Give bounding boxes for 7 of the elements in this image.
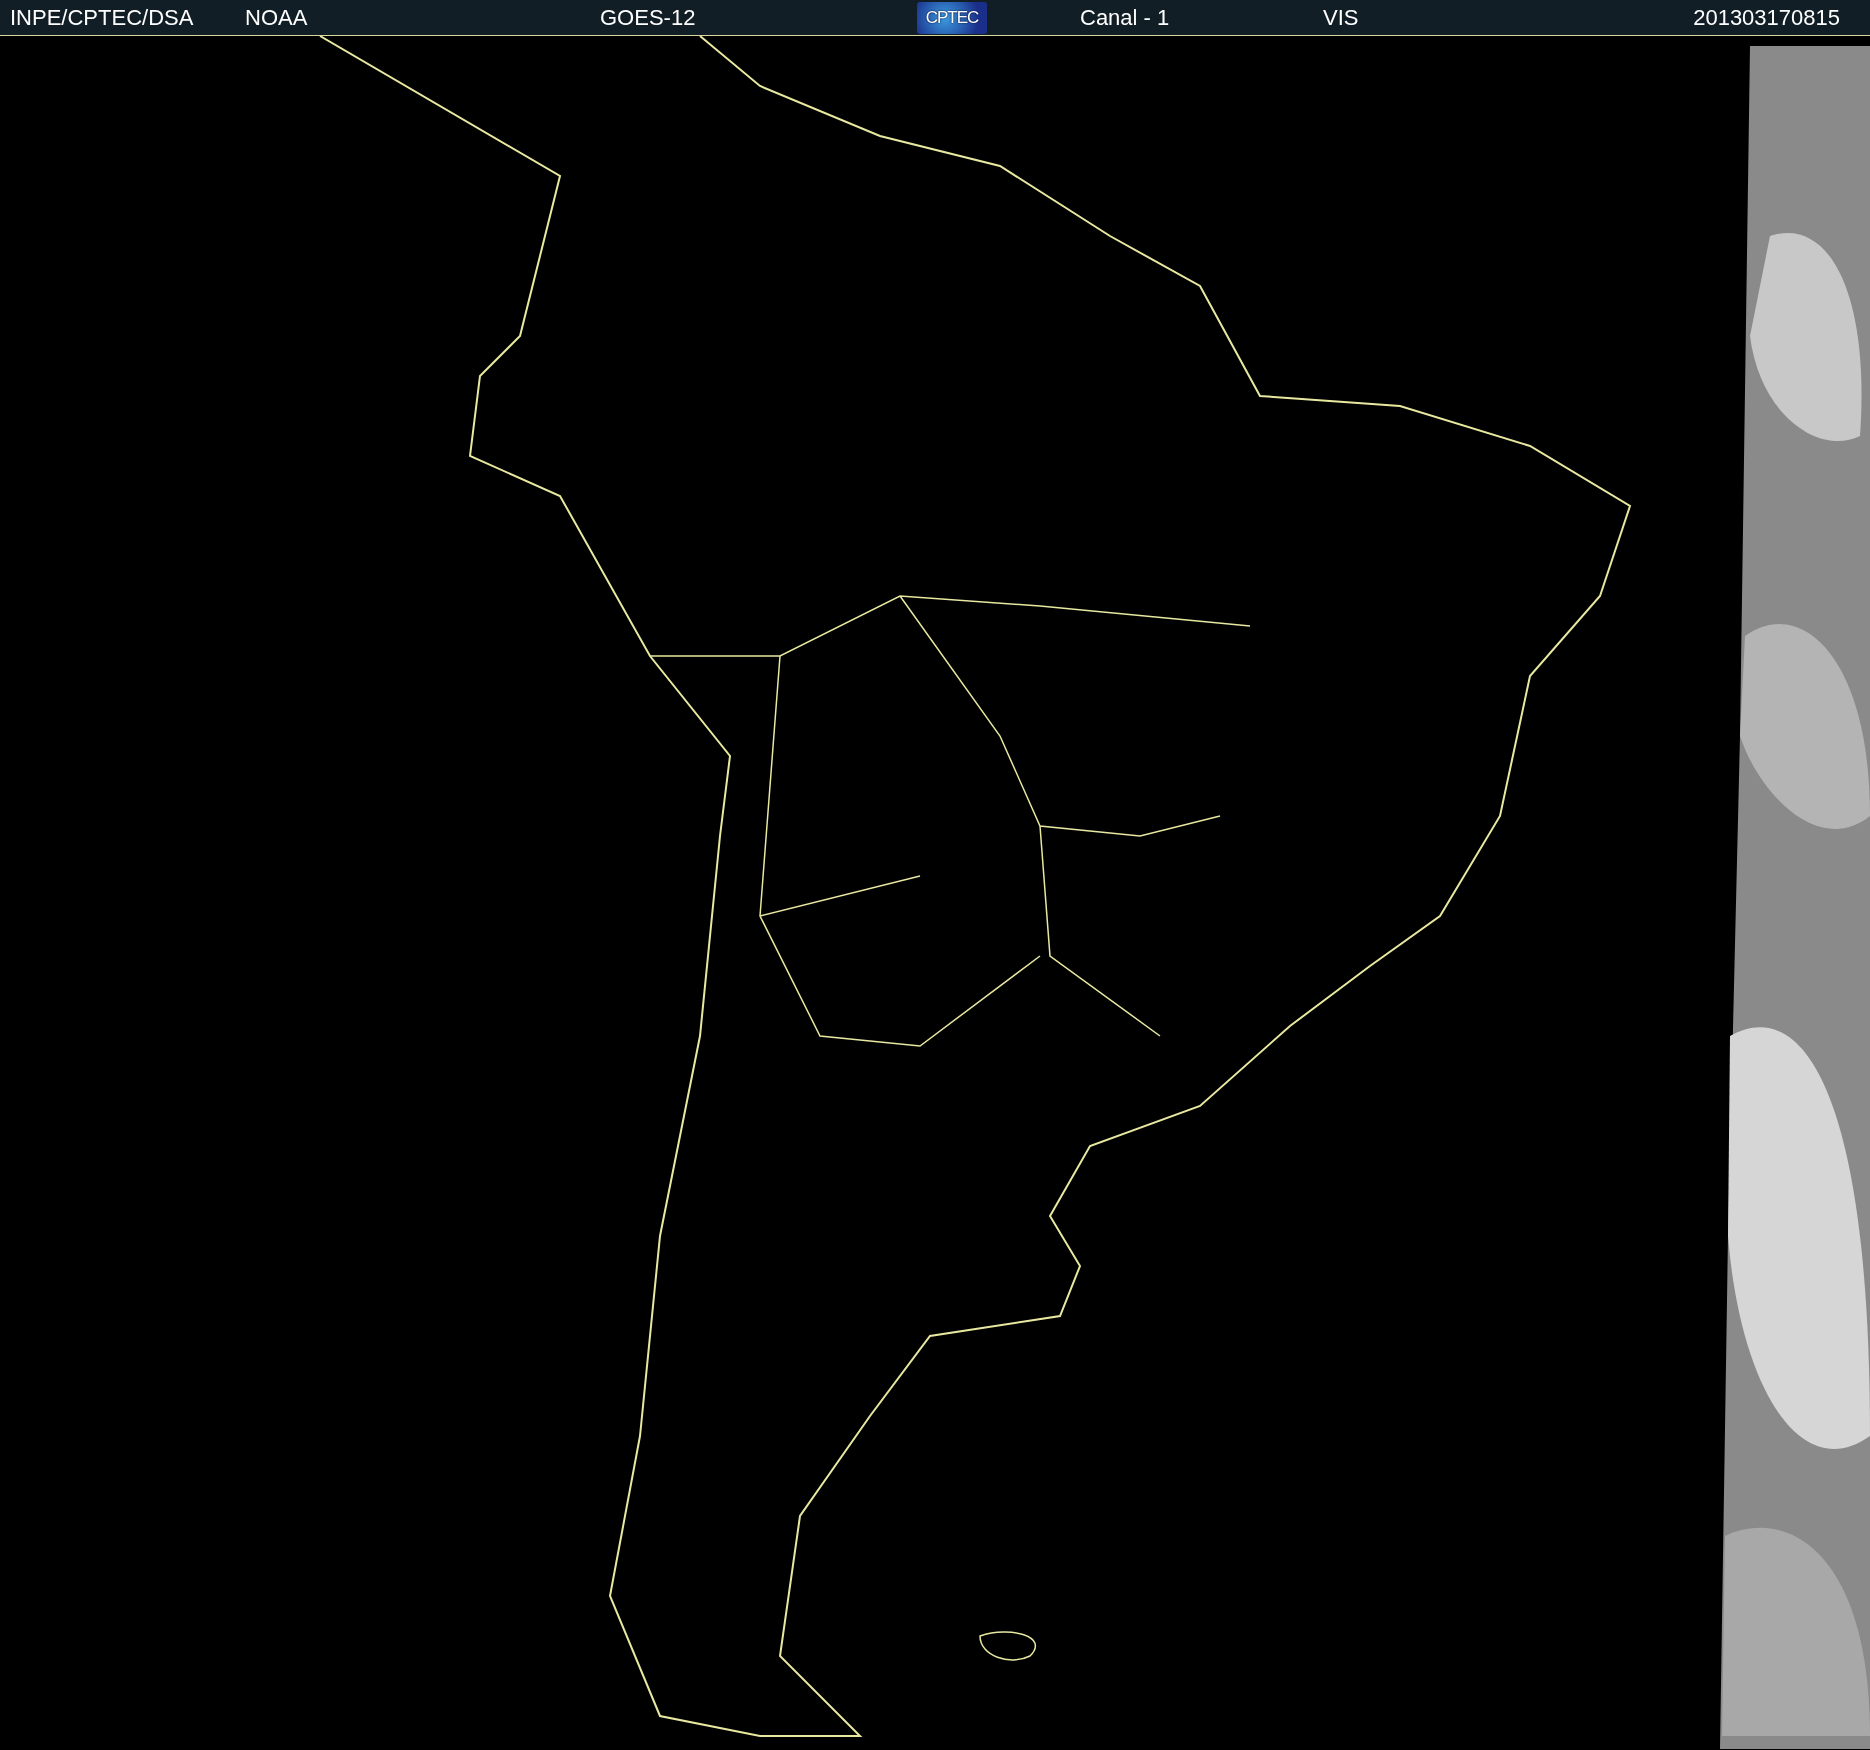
source-label: INPE/CPTEC/DSA: [10, 4, 195, 32]
timestamp-label: 201303170815: [1693, 4, 1840, 32]
band-label: VIS: [1323, 4, 1360, 32]
satellite-label: GOES-12: [600, 4, 697, 32]
channel-label: Canal - 1: [1080, 4, 1171, 32]
logo: CPTEC: [917, 1, 987, 34]
agency-label: NOAA: [245, 4, 309, 32]
